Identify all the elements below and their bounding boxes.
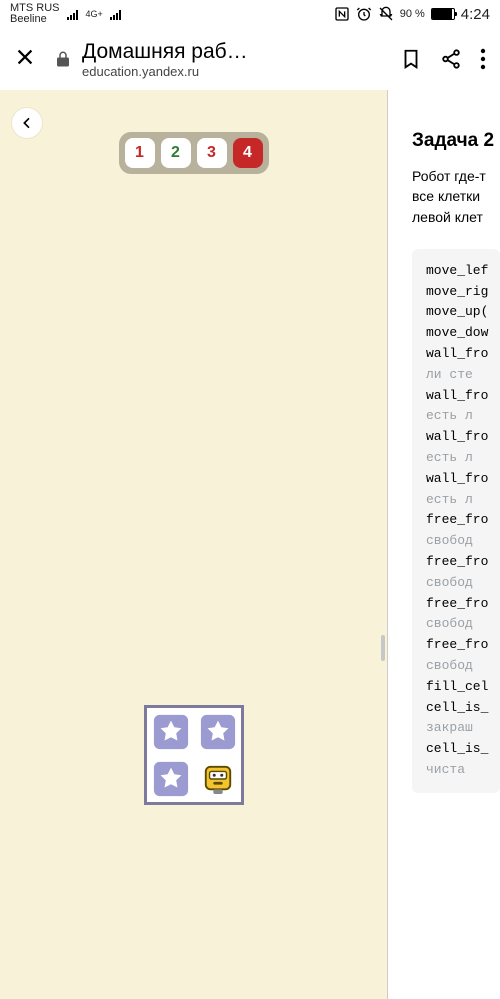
- code-line: wall_fro: [426, 386, 500, 407]
- level-pill-2[interactable]: 2: [161, 138, 191, 168]
- signal-icon: [66, 8, 80, 20]
- code-comment-line: есть л: [426, 448, 500, 469]
- code-line: free_fro: [426, 635, 500, 656]
- code-comment-line: свобод: [426, 656, 500, 677]
- page-title: Домашняя рабо…: [82, 40, 257, 64]
- close-icon[interactable]: [14, 46, 36, 72]
- battery-percent: 90 %: [400, 8, 425, 20]
- battery-icon: [431, 8, 455, 20]
- carrier-2: Beeline: [10, 14, 60, 25]
- task-description: Робот где-т все клетки левой клет: [412, 166, 500, 227]
- code-line: wall_fro: [426, 469, 500, 490]
- code-line: cell_is_: [426, 698, 500, 719]
- code-line: free_fro: [426, 552, 500, 573]
- code-comment-line: есть л: [426, 490, 500, 511]
- board-cell-target: [147, 708, 194, 755]
- task-panel: Задача 2 Робот где-т все клетки левой кл…: [388, 90, 500, 999]
- code-comment-line: ли сте: [426, 365, 500, 386]
- code-comment-line: свобод: [426, 573, 500, 594]
- code-line: move_dow: [426, 323, 500, 344]
- lock-icon: [54, 50, 72, 68]
- code-comment-line: есть л: [426, 406, 500, 427]
- code-comment-line: свобод: [426, 614, 500, 635]
- task-heading: Задача 2: [412, 130, 500, 152]
- board-cell-target: [147, 755, 194, 802]
- code-line: move_up(: [426, 302, 500, 323]
- alarm-icon: [356, 6, 372, 22]
- level-pill-1[interactable]: 1: [125, 138, 155, 168]
- scrollbar-thumb[interactable]: [381, 635, 385, 661]
- code-line: cell_is_: [426, 739, 500, 760]
- code-line: free_fro: [426, 594, 500, 615]
- bookmark-icon[interactable]: [400, 48, 422, 70]
- main-area: 1 2 3 4: [0, 90, 500, 999]
- game-panel: 1 2 3 4: [0, 90, 388, 999]
- browser-toolbar: Домашняя рабо… education.yandex.ru: [0, 28, 500, 90]
- signal-icon: [109, 8, 123, 20]
- share-icon[interactable]: [440, 48, 462, 70]
- level-pill-4[interactable]: 4: [233, 138, 263, 168]
- code-comment-line: чиста: [426, 760, 500, 781]
- code-line: wall_fro: [426, 427, 500, 448]
- carrier-names: MTS RUS Beeline: [10, 3, 60, 25]
- code-line: free_fro: [426, 510, 500, 531]
- back-button[interactable]: [12, 108, 42, 138]
- robot-board: [144, 705, 244, 805]
- code-line: move_rig: [426, 282, 500, 303]
- clock: 4:24: [461, 6, 490, 23]
- mute-icon: [378, 6, 394, 22]
- code-line: move_lef: [426, 261, 500, 282]
- code-comment-line: закраш: [426, 718, 500, 739]
- overflow-menu-icon[interactable]: [480, 48, 486, 70]
- board-cell-robot: [194, 755, 241, 802]
- code-comment-line: свобод: [426, 531, 500, 552]
- level-pill-3[interactable]: 3: [197, 138, 227, 168]
- level-selector: 1 2 3 4: [119, 132, 269, 174]
- page-host: education.yandex.ru: [82, 64, 257, 79]
- network-type-badge: 4G+: [86, 9, 103, 19]
- code-line: wall_fro: [426, 344, 500, 365]
- board-cell-target: [194, 708, 241, 755]
- android-status-bar: MTS RUS Beeline 4G+ 90 % 4:24: [0, 0, 500, 28]
- robot-icon: [202, 761, 234, 797]
- nfc-icon: [334, 6, 350, 22]
- code-reference: move_lefmove_rigmove_up(move_dowwall_fro…: [412, 249, 500, 793]
- code-line: fill_cel: [426, 677, 500, 698]
